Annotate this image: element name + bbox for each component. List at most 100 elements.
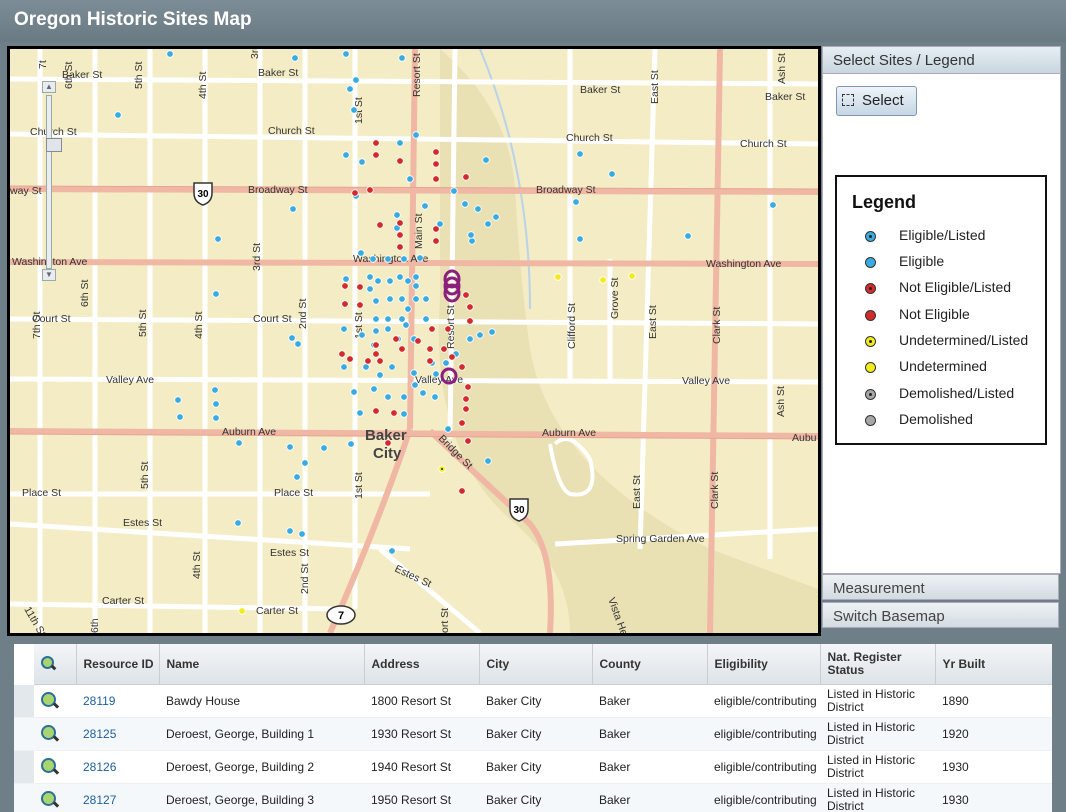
site-marker-eligible[interactable]: [286, 443, 294, 451]
site-marker-not-eligible[interactable]: [366, 186, 374, 194]
site-marker-eligible[interactable]: [482, 156, 490, 164]
site-marker-eligible[interactable]: [474, 205, 482, 213]
site-marker-not-eligible[interactable]: [346, 355, 354, 363]
table-row[interactable]: 28125 Deroest, George, Building 1 1930 R…: [14, 717, 1052, 751]
site-marker-eligible[interactable]: [176, 413, 184, 421]
site-marker-not-eligible[interactable]: [466, 317, 474, 325]
site-marker-not-eligible[interactable]: [341, 300, 349, 308]
site-marker-eligible[interactable]: [357, 249, 365, 257]
site-marker-eligible[interactable]: [386, 295, 394, 303]
site-marker-eligible[interactable]: [362, 363, 370, 371]
site-marker-eligible[interactable]: [340, 325, 348, 333]
site-marker-eligible[interactable]: [388, 547, 396, 555]
site-marker-eligible[interactable]: [288, 334, 296, 342]
col-header-address[interactable]: Address: [364, 644, 480, 685]
zoom-to-cell[interactable]: [34, 717, 76, 751]
site-marker-eligible[interactable]: [488, 328, 496, 336]
site-marker-eligible[interactable]: [293, 473, 301, 481]
site-marker-eligible[interactable]: [400, 255, 408, 263]
site-marker-not-eligible[interactable]: [390, 409, 398, 417]
table-row[interactable]: 28127 Deroest, George, Building 3 1950 R…: [14, 783, 1052, 812]
site-marker-eligible[interactable]: [393, 211, 401, 219]
zoom-slider[interactable]: ▲ ▼: [42, 81, 62, 281]
site-marker-not-eligible[interactable]: [356, 301, 364, 309]
site-marker-eligible[interactable]: [396, 139, 404, 147]
site-marker-eligible[interactable]: [386, 277, 394, 285]
site-marker-eligible[interactable]: [400, 393, 408, 401]
site-marker-eligible[interactable]: [412, 131, 420, 139]
site-marker-eligible[interactable]: [384, 325, 392, 333]
site-marker-eligible[interactable]: [350, 388, 358, 396]
resource-id-cell[interactable]: 28126: [76, 750, 159, 784]
site-marker-eligible[interactable]: [608, 170, 616, 178]
site-marker-eligible[interactable]: [234, 519, 242, 527]
site-marker-eligible[interactable]: [342, 151, 350, 159]
site-marker-undetermined[interactable]: [554, 273, 562, 281]
zoom-in-button[interactable]: ▲: [42, 81, 56, 93]
site-marker-not-eligible[interactable]: [466, 303, 474, 311]
site-marker-eligible[interactable]: [404, 305, 412, 313]
site-marker-eligible[interactable]: [410, 369, 418, 377]
site-marker-eligible[interactable]: [372, 315, 380, 323]
site-marker-eligible[interactable]: [376, 371, 384, 379]
site-marker-not-eligible[interactable]: [398, 345, 406, 353]
site-marker-eligible[interactable]: [419, 389, 427, 397]
site-marker-eligible[interactable]: [212, 400, 220, 408]
site-marker-not-eligible[interactable]: [464, 383, 472, 391]
site-marker-eligible[interactable]: [298, 530, 306, 538]
zoom-out-button[interactable]: ▼: [42, 269, 56, 281]
site-marker-eligible[interactable]: [444, 425, 452, 433]
site-marker-eligible[interactable]: [286, 527, 294, 535]
site-marker-eligible[interactable]: [347, 440, 355, 448]
site-marker-not-eligible[interactable]: [440, 345, 448, 353]
measurement-panel-header[interactable]: Measurement: [822, 574, 1059, 600]
site-marker-eligible[interactable]: [422, 295, 430, 303]
site-marker-eligible[interactable]: [366, 273, 374, 281]
site-marker-not-eligible[interactable]: [426, 345, 434, 353]
map-canvas[interactable]: 30 30 7 Baker St Baker St Baker St Baker…: [10, 49, 818, 633]
site-marker-not-eligible[interactable]: [364, 357, 372, 365]
site-marker-not-eligible[interactable]: [432, 225, 440, 233]
site-marker-eligible[interactable]: [370, 385, 378, 393]
col-header-yr-built[interactable]: Yr Built: [935, 644, 1052, 685]
site-marker-eligible[interactable]: [484, 457, 492, 465]
site-marker-eligible[interactable]: [358, 158, 366, 166]
site-marker-not-eligible[interactable]: [432, 148, 440, 156]
site-marker-eligible[interactable]: [404, 277, 412, 285]
site-marker-eligible[interactable]: [291, 54, 299, 62]
site-marker-eligible[interactable]: [461, 200, 469, 208]
magnifier-icon[interactable]: [41, 758, 56, 773]
site-marker-not-eligible[interactable]: [376, 357, 384, 365]
site-marker-eligible[interactable]: [572, 198, 580, 206]
site-marker-eligible[interactable]: [398, 315, 406, 323]
site-marker-eligible[interactable]: [174, 396, 182, 404]
switch-basemap-panel-header[interactable]: Switch Basemap: [822, 602, 1059, 628]
site-marker-not-eligible[interactable]: [351, 189, 359, 197]
col-header-eligibility[interactable]: Eligibility: [707, 644, 821, 685]
site-marker-eligible[interactable]: [769, 201, 777, 209]
site-marker-not-eligible[interactable]: [462, 173, 470, 181]
site-marker-eligible[interactable]: [398, 295, 406, 303]
site-marker-eligible[interactable]: [289, 205, 297, 213]
magnifier-icon[interactable]: [41, 791, 56, 806]
site-marker-eligible[interactable]: [388, 363, 396, 371]
site-marker-eligible[interactable]: [342, 275, 350, 283]
site-marker-eligible[interactable]: [492, 213, 500, 221]
site-marker-not-eligible[interactable]: [458, 419, 466, 427]
site-marker-not-eligible[interactable]: [458, 363, 466, 371]
site-marker-eligible[interactable]: [384, 255, 392, 263]
site-marker-eligible[interactable]: [320, 444, 328, 452]
site-marker-eligible[interactable]: [384, 393, 392, 401]
site-marker-not-eligible[interactable]: [396, 157, 404, 165]
site-marker-not-eligible[interactable]: [372, 341, 380, 349]
site-marker-undetermined[interactable]: [628, 272, 636, 280]
site-marker-not-eligible[interactable]: [432, 160, 440, 168]
site-marker-not-eligible[interactable]: [426, 357, 434, 365]
site-marker-eligible[interactable]: [301, 459, 309, 467]
zoom-to-cell[interactable]: [34, 750, 76, 784]
site-marker-eligible[interactable]: [384, 315, 392, 323]
site-marker-eligible[interactable]: [212, 414, 220, 422]
site-marker-not-eligible[interactable]: [464, 437, 472, 445]
site-marker-eligible[interactable]: [212, 290, 220, 298]
site-marker-eligible[interactable]: [422, 315, 430, 323]
